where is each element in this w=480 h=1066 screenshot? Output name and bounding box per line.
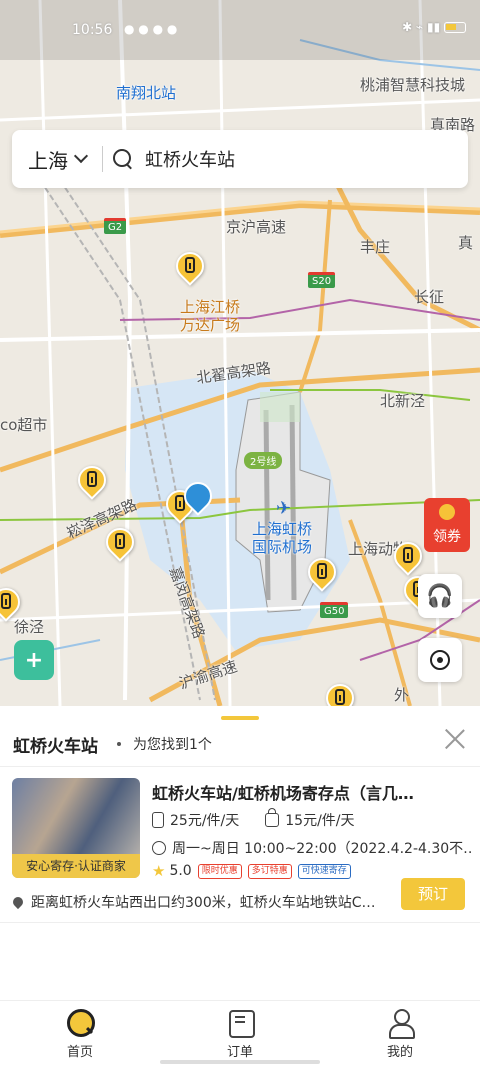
storage-pin[interactable] (302, 552, 342, 596)
storage-pin[interactable] (72, 460, 112, 504)
nav-orders-label: 订单 (226, 1045, 253, 1060)
status-right-icons: ✱ ⌁ ▮▮ (402, 20, 466, 34)
result-count: 为您找到1个 (133, 737, 212, 753)
fast-storage-badge: 可快速寄存 (297, 863, 351, 879)
map-label-changzheng: 长征 (414, 288, 445, 306)
promo-badge: 多订特惠 (247, 863, 292, 879)
nav-profile[interactable]: 我的 (320, 1001, 480, 1066)
bag-icon (265, 808, 280, 827)
status-time: 10:56 (72, 22, 113, 38)
airport-icon: ✈ (276, 498, 292, 519)
bottom-nav: 首页 订单 我的 (0, 1000, 480, 1066)
price-bag: 15元/件/天 (285, 813, 355, 829)
road-badge-s20: S20 (308, 272, 336, 288)
profile-icon (387, 1009, 415, 1039)
rating-row: ★ 5.0 限时优惠 多订特惠 可快速寄存 (152, 862, 351, 880)
price-row: 25元/件/天 15元/件/天 (152, 808, 355, 830)
order-icon (227, 1009, 255, 1038)
map-label-hongqiao-airport: 上海虹桥 国际机场 (252, 520, 313, 556)
divider (0, 922, 480, 923)
rating-value: 5.0 (169, 863, 192, 879)
road-badge-g2: G2 (104, 218, 127, 234)
certified-tag: 安心寄存·认证商家 (12, 854, 140, 878)
star-icon: ★ (152, 862, 166, 880)
metro-line-2-badge: 2号线 (244, 452, 283, 469)
book-button[interactable]: 预订 (401, 878, 465, 910)
clock-icon (152, 841, 166, 855)
storage-pin[interactable] (388, 536, 428, 580)
store-thumbnail: 安心寄存·认证商家 (12, 778, 140, 878)
storage-pin[interactable] (320, 678, 360, 706)
map-label-wanda: 上海江桥 万达广场 (180, 298, 241, 334)
chevron-down-icon (73, 148, 89, 164)
map-view[interactable]: 南翔北站 桃浦智慧科技城 真南路 G2 京沪高速 丰庄 真 S20 长征 上海江… (0, 0, 480, 706)
locate-icon (430, 650, 450, 670)
map-label-beixinjing: 北新泾 (380, 392, 426, 410)
home-indicator[interactable] (160, 1060, 320, 1064)
store-name: 虹桥火车站/虹桥机场寄存点（言几… (152, 784, 414, 803)
hours-row: 周一~周日 10:00~22:00（2022.4.2-4.30不… (152, 838, 472, 858)
map-label-nanxiang-north: 南翔北站 (116, 84, 177, 102)
search-icon (113, 149, 133, 169)
customer-service-button[interactable]: 🎧 (418, 574, 462, 618)
search-bar[interactable]: 上海 虹桥火车站 (12, 130, 468, 188)
price-small: 25元/件/天 (170, 813, 240, 829)
nav-home-label: 首页 (66, 1045, 93, 1060)
coupon-button[interactable]: 领券 (424, 498, 470, 552)
promo-badge: 限时优惠 (197, 863, 242, 879)
address-row: 距离虹桥火车站西出口约300米，虹桥火车站地铁站C… (13, 892, 393, 912)
nav-home[interactable]: 首页 (0, 1001, 160, 1066)
road-badge-g50: G50 (320, 602, 349, 618)
sheet-title: 虹桥火车站 (13, 737, 98, 757)
map-label-fengzhuang: 丰庄 (360, 238, 391, 256)
status-bar: 10:56 ● ● ● ● ✱ ⌁ ▮▮ (0, 0, 480, 52)
notification-icons: ● ● ● ● (124, 22, 178, 36)
store-address: 距离虹桥火车站西出口约300米，虹桥火车站地铁站C… (31, 895, 376, 911)
city-selector[interactable]: 上海 (12, 145, 89, 174)
nav-profile-label: 我的 (386, 1045, 413, 1060)
close-icon[interactable] (444, 728, 466, 750)
storage-pin[interactable] (100, 522, 140, 566)
results-sheet: 虹桥火车站 为您找到1个 安心寄存·认证商家 虹桥火车站/虹桥机场寄存点（言几…… (0, 706, 480, 1000)
divider (0, 766, 480, 767)
luggage-icon (152, 812, 164, 828)
storage-pin[interactable] (0, 582, 26, 626)
nav-orders[interactable]: 订单 (160, 1001, 320, 1066)
sheet-handle[interactable] (221, 716, 259, 720)
city-name: 上海 (28, 148, 68, 173)
headset-icon: 🎧 (426, 583, 454, 609)
location-pin-icon (13, 894, 26, 910)
map-label-taopu: 桃浦智慧科技城 (360, 76, 466, 94)
storage-pin[interactable] (170, 246, 210, 290)
battery-icon (444, 22, 466, 33)
map-label-jinghu: 京沪高速 (226, 218, 287, 236)
map-label-wai: 外 (394, 686, 410, 704)
safety-shield-icon[interactable]: + (14, 640, 54, 680)
search-input[interactable]: 虹桥火车站 (145, 146, 235, 172)
home-search-icon (67, 1009, 95, 1037)
map-label-zhenru: 真 (458, 234, 474, 252)
opening-hours: 周一~周日 10:00~22:00（2022.4.2-4.30不… (172, 841, 472, 857)
locate-me-button[interactable] (418, 638, 462, 682)
dot-separator (117, 742, 121, 746)
divider (102, 146, 103, 172)
map-label-co-market: co超市 (0, 416, 48, 434)
